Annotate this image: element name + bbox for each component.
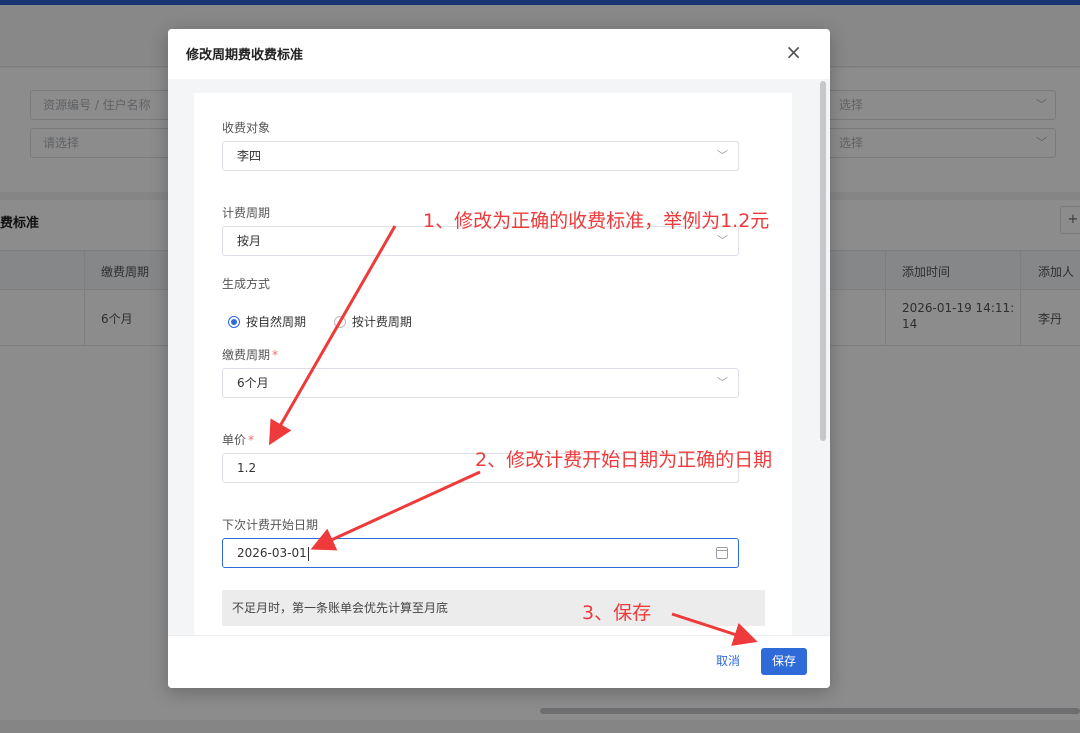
arrow-to-save [671,612,758,646]
arrow-to-price [269,225,397,446]
arrow-to-start-date [310,470,481,551]
annotation-arrows [269,225,758,646]
